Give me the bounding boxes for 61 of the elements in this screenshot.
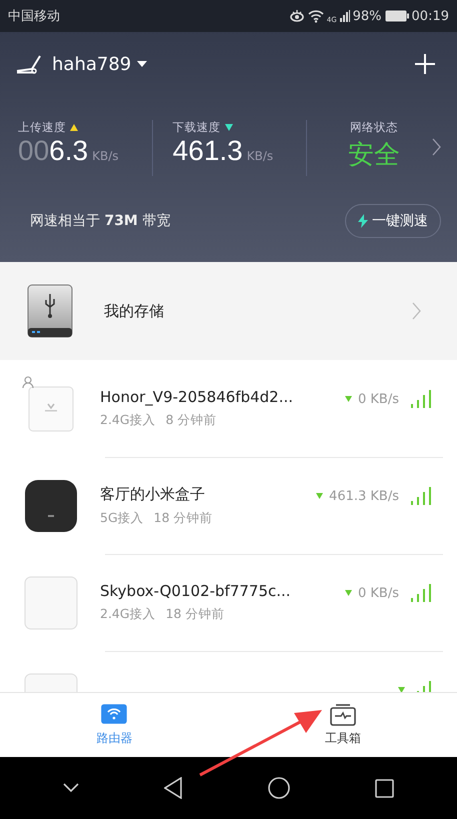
device-row[interactable]: Skybox-Q0102-bf7775c... 2.4G接入 18 分钟前 0 KB/s <box>0 554 457 651</box>
chevron-right-icon[interactable] <box>432 138 442 156</box>
battery-percent: 98% <box>352 8 382 24</box>
device-name: 客厅的小米盒子 <box>100 484 206 504</box>
speed-unit: KB/s <box>92 149 118 163</box>
home-icon[interactable] <box>268 777 290 799</box>
stat-label: 网络状态 <box>350 120 398 135</box>
tv-box-icon <box>24 478 78 532</box>
down-triangle-icon <box>316 493 324 499</box>
down-triangle-icon <box>224 124 233 131</box>
up-triangle-icon <box>70 124 78 131</box>
speed-unit: KB/s <box>246 149 274 163</box>
band-label: 2.4G接入 <box>100 412 156 429</box>
router-device-icon <box>28 386 74 432</box>
lightning-icon <box>358 214 368 228</box>
signal-strength-icon <box>411 584 433 602</box>
device-speed: 0 KB/s <box>358 392 399 406</box>
signal-strength-icon <box>411 487 433 505</box>
chevron-right-icon <box>412 302 421 320</box>
wifi-icon <box>308 10 324 22</box>
chevron-down-icon[interactable] <box>62 783 79 793</box>
bandwidth-text: 网速相当于 73M 带宽 <box>30 212 170 230</box>
speed-test-button[interactable]: 一键测速 <box>345 204 441 238</box>
device-speed: 461.3 KB/s <box>329 488 399 504</box>
device-name: Honor_V9-205846fb4d2... <box>100 388 294 406</box>
tab[interactable]: 工具箱 <box>228 693 457 757</box>
router-selector[interactable]: haha789 <box>52 54 148 74</box>
router-icon <box>16 54 42 74</box>
speed-value: 461.3 <box>172 135 243 167</box>
device-row[interactable]: Honor_V9-205846fb4d2... 2.4G接入 8 分钟前 0 KB/s <box>0 360 457 457</box>
battery-icon <box>384 10 409 22</box>
down-triangle-icon <box>398 687 405 692</box>
stat-label: 上传速度 <box>18 120 66 135</box>
back-icon[interactable] <box>164 777 182 799</box>
down-triangle-icon <box>345 396 352 402</box>
band-label: 5G接入 <box>100 510 144 526</box>
last-seen: 18 分钟前 <box>166 606 224 623</box>
band-label: 2.4G接入 <box>100 606 156 623</box>
carrier-name: 中国移动 <box>8 8 60 25</box>
last-seen: 18 分钟前 <box>154 510 213 526</box>
usb-drive-icon <box>27 284 73 338</box>
eye-icon <box>288 10 305 22</box>
storage-row[interactable]: 我的存储 <box>0 262 457 360</box>
device-row[interactable]: 客厅的小米盒子 5G接入 18 分钟前 461.3 KB/s <box>0 457 457 554</box>
caret-icon <box>137 61 148 67</box>
monitor-pulse-icon <box>330 704 356 726</box>
network-status: 安全 <box>348 139 400 172</box>
device-speed: 0 KB/s <box>358 586 399 600</box>
device-name: Skybox-Q0102-bf7775c... <box>100 582 292 600</box>
device-box-icon <box>24 576 78 630</box>
clock: 00:19 <box>412 8 449 24</box>
speed-value: 006.3 <box>18 135 88 167</box>
last-seen: 8 分钟前 <box>166 412 217 429</box>
down-triangle-icon <box>345 590 352 596</box>
recents-icon[interactable] <box>375 778 394 798</box>
stat-label: 下载速度 <box>172 120 221 135</box>
wifi-screen-icon <box>101 704 128 726</box>
signal-icon <box>340 10 350 22</box>
storage-label: 我的存储 <box>104 302 165 320</box>
add-icon[interactable] <box>415 54 435 74</box>
signal-strength-icon <box>411 390 433 408</box>
